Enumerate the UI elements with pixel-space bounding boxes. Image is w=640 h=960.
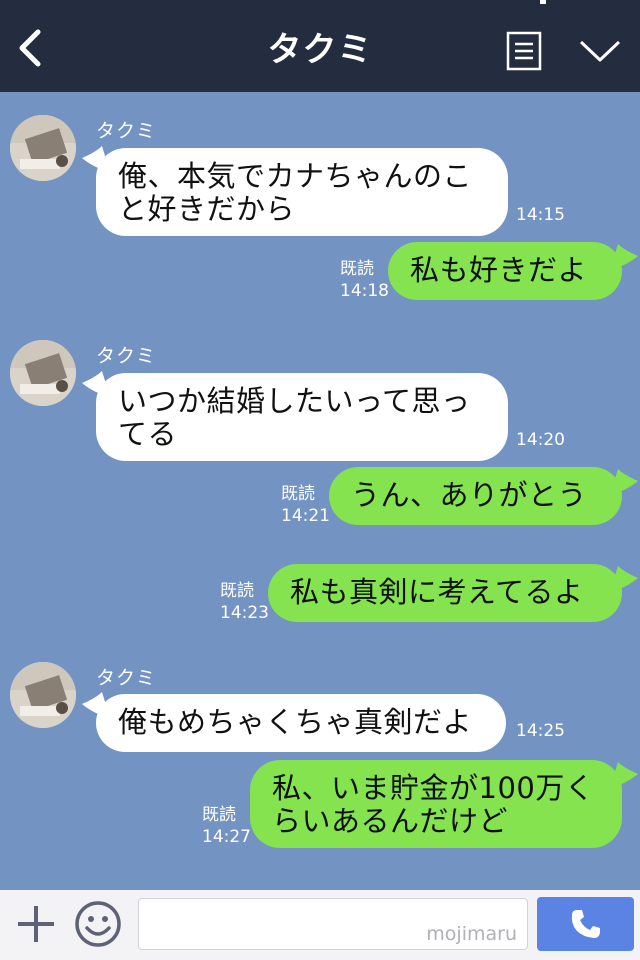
read-label: 既読 <box>220 581 254 601</box>
read-label: 既読 <box>340 259 374 279</box>
avatar[interactable] <box>10 340 76 406</box>
message-bubble[interactable]: 私も真剣に考えてるよ <box>268 564 622 622</box>
bubble-tail <box>610 566 638 592</box>
message-time: 14:20 <box>516 430 565 450</box>
message-text: 俺もめちゃくちゃ真剣だよ <box>118 705 473 739</box>
message-text: 私も好きだよ <box>410 253 588 287</box>
sender-name: タクミ <box>96 120 157 142</box>
message-text-line: てる <box>118 417 178 451</box>
avatar[interactable] <box>10 662 76 728</box>
message-text-line: らいあるんだけど <box>272 804 509 838</box>
avatar[interactable] <box>10 115 76 181</box>
smile-icon[interactable] <box>74 900 122 948</box>
bubble-tail <box>610 762 638 788</box>
message-text: 私も真剣に考えてるよ <box>290 575 584 609</box>
message-time: 14:25 <box>516 721 565 741</box>
message-time: 14:15 <box>516 205 565 225</box>
message-text-line: いつか結婚したいって思っ <box>118 384 471 418</box>
message-bubble[interactable]: いつか結婚したいって思っ てる <box>96 373 508 461</box>
status-bar-fragment <box>540 0 546 4</box>
chat-header: タクミ <box>0 0 640 92</box>
bubble-tail <box>610 244 638 270</box>
message-input[interactable]: mojimaru <box>138 898 528 950</box>
message-time: 14:27 <box>202 827 251 847</box>
message-time: 14:21 <box>281 506 330 526</box>
phone-icon <box>571 910 600 938</box>
message-bubble[interactable]: 俺もめちゃくちゃ真剣だよ <box>96 694 506 752</box>
message-text: うん、ありがとう <box>351 478 588 512</box>
read-receipt: 既読 14:23 <box>220 580 269 624</box>
message-time: 14:18 <box>340 281 389 301</box>
chevron-down-icon[interactable] <box>578 36 622 66</box>
message-text-line: 私、いま貯金が100万く <box>272 771 595 805</box>
message-bubble[interactable]: うん、ありがとう <box>329 467 622 525</box>
chat-title: タクミ <box>267 30 373 70</box>
message-bubble[interactable]: 私も好きだよ <box>388 242 622 300</box>
read-label: 既読 <box>281 484 315 504</box>
read-receipt: 既読 14:18 <box>340 258 389 302</box>
sender-name: タクミ <box>96 345 157 367</box>
read-label: 既読 <box>202 805 236 825</box>
bubble-tail <box>610 469 638 495</box>
message-text-line: と好きだから <box>118 192 296 226</box>
call-button[interactable] <box>537 897 634 951</box>
watermark: mojimaru <box>426 923 517 945</box>
message-time: 14:23 <box>220 603 269 623</box>
read-receipt: 既読 14:27 <box>202 804 251 848</box>
message-bubble[interactable]: 俺、本気でカナちゃんのこ と好きだから <box>96 148 508 236</box>
plus-icon[interactable] <box>14 902 58 946</box>
read-receipt: 既読 14:21 <box>281 483 330 527</box>
message-bubble[interactable]: 私、いま貯金が100万く らいあるんだけど <box>250 760 622 848</box>
message-composer: mojimaru <box>0 890 640 960</box>
sender-name: タクミ <box>96 667 157 689</box>
notes-icon[interactable] <box>506 31 542 71</box>
message-text-line: 俺、本気でカナちゃんのこ <box>118 159 473 193</box>
